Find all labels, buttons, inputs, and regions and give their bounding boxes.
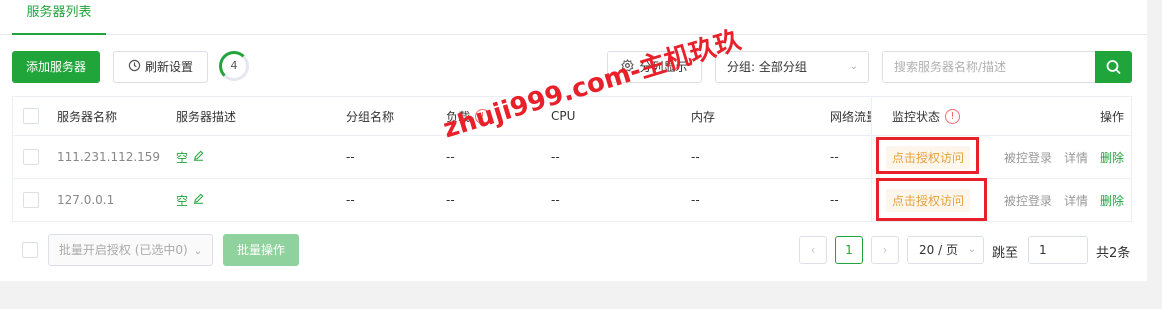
warning-icon[interactable]: ! — [945, 108, 961, 124]
server-desc[interactable]: 空 — [176, 136, 204, 178]
server-desc-value: 空 — [176, 193, 189, 208]
add-server-button[interactable]: 添加服务器 — [12, 51, 100, 83]
chevron-down-icon: ⌄ — [849, 61, 858, 72]
delete-link[interactable]: 删除 — [1100, 136, 1124, 178]
network-value: -- — [830, 150, 839, 164]
header-memory: 内存 — [691, 109, 716, 124]
server-list-panel: 服务器列表 添加服务器 刷新设置 4 分列显示 分组: 全部分组 ⌄ 服务器名称… — [0, 0, 1147, 281]
header-operations: 操作 — [1100, 109, 1125, 124]
refresh-settings-label: 刷新设置 — [144, 60, 193, 74]
highlight-box — [876, 137, 979, 174]
prev-page-button[interactable]: ‹ — [799, 236, 827, 264]
details-link[interactable]: 详情 — [1064, 136, 1088, 178]
server-desc-value: 空 — [176, 150, 189, 165]
group-name: -- — [346, 150, 355, 164]
highlight-box — [876, 178, 987, 221]
remote-login-link[interactable]: 被控登录 — [1004, 136, 1052, 178]
network-value: -- — [830, 193, 839, 207]
tab-bar: 服务器列表 — [0, 0, 1147, 35]
memory-value: -- — [691, 150, 700, 164]
details-link[interactable]: 详情 — [1064, 179, 1088, 221]
batch-action-button[interactable]: 批量操作 — [223, 234, 299, 266]
server-desc[interactable]: 空 — [176, 179, 204, 221]
remote-login-link[interactable]: 被控登录 — [1004, 179, 1052, 221]
header-monitor-label: 监控状态 — [892, 109, 941, 124]
tab-server-list[interactable]: 服务器列表 — [12, 0, 106, 35]
group-select-value: 分组: 全部分组 — [727, 60, 807, 74]
page-size-select[interactable]: 20 / 页 ⌄ — [907, 236, 984, 264]
load-value: -- — [446, 193, 455, 207]
header-network: 网络流量 — [830, 109, 872, 124]
jump-to-label: 跳至 — [992, 246, 1019, 261]
cpu-value: -- — [551, 193, 560, 207]
next-page-button[interactable]: › — [871, 236, 899, 264]
header-server-desc: 服务器描述 — [176, 109, 237, 124]
page-number[interactable]: 1 — [835, 236, 863, 264]
header-group-name: 分组名称 — [346, 109, 395, 124]
page-size-value: 20 / 页 — [919, 243, 958, 257]
jump-to-input[interactable]: 1 — [1028, 236, 1088, 264]
header-server-name: 服务器名称 — [57, 109, 118, 124]
pencil-icon[interactable] — [193, 150, 204, 164]
header-monitor-status: 监控状态! — [892, 97, 961, 135]
row-checkbox[interactable] — [23, 192, 39, 208]
memory-value: -- — [691, 193, 700, 207]
total-count: 共2条 — [1096, 246, 1131, 261]
delete-link[interactable]: 删除 — [1100, 179, 1124, 221]
footer-select-all-checkbox[interactable] — [22, 242, 38, 258]
fixed-column-divider — [871, 97, 872, 221]
search-button[interactable] — [1095, 51, 1132, 83]
chevron-down-icon: ⌄ — [193, 246, 203, 257]
group-name: -- — [346, 193, 355, 207]
select-all-checkbox[interactable] — [23, 108, 39, 124]
batch-authorize-value: 批量开启授权 (已选中0) — [58, 243, 188, 257]
search-icon — [1106, 60, 1121, 74]
row-checkbox[interactable] — [23, 149, 39, 165]
server-name: 127.0.0.1 — [57, 193, 115, 207]
refresh-countdown: 4 — [219, 51, 249, 81]
server-name: 111.231.112.159 — [57, 150, 161, 164]
search-input[interactable] — [882, 51, 1095, 83]
cpu-value: -- — [551, 150, 560, 164]
refresh-timer-icon — [128, 53, 141, 83]
chevron-down-icon: ⌄ — [967, 244, 976, 255]
refresh-settings-button[interactable]: 刷新设置 — [113, 51, 208, 83]
batch-authorize-select[interactable]: 批量开启授权 (已选中0) ⌄ — [48, 234, 213, 266]
pencil-icon[interactable] — [193, 193, 204, 207]
